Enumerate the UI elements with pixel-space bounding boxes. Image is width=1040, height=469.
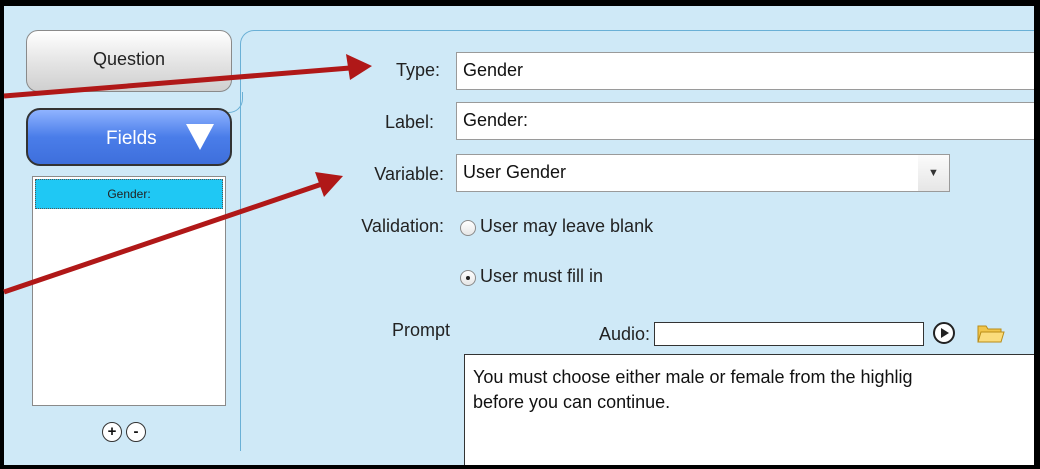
prompt-text-line: You must choose either male or female fr… [473,367,913,387]
label-label: Label: [384,112,434,132]
label-field[interactable]: Gender: [456,102,1034,140]
radio-may-leave-blank[interactable] [460,220,476,236]
prompt-text-area[interactable]: You must choose either male or female fr… [464,354,1034,465]
fields-button-label: Fields [106,128,157,149]
radio-label-may-leave-blank: User may leave blank [480,216,654,236]
audio-field[interactable] [654,322,924,346]
minus-icon[interactable]: - [126,422,146,442]
fields-button[interactable]: Fields [26,108,232,166]
radio-must-fill-in[interactable] [460,270,476,286]
folder-icon[interactable] [977,322,1005,344]
validation-label: Validation: [361,216,444,236]
plus-icon[interactable]: + [102,422,122,442]
prompt-label: Prompt [391,320,450,340]
radio-label-must-fill-in: User must fill in [480,266,604,286]
chevron-down-icon[interactable]: ▼ [918,154,950,192]
variable-label: Variable: [374,164,444,184]
play-icon[interactable] [933,322,955,344]
list-item[interactable]: Gender: [35,179,223,209]
type-label: Type: [395,60,440,80]
prompt-text-line: before you can continue. [473,392,671,412]
variable-select[interactable]: User Gender [456,154,920,192]
triangle-down-icon [186,124,214,150]
type-field[interactable]: Gender [456,52,1034,90]
question-tab[interactable]: Question [26,30,232,92]
app-frame: Question Fields Gender: + - Type: Gender… [4,6,1034,465]
audio-label: Audio: [598,324,650,344]
fields-list[interactable]: Gender: [32,176,226,406]
